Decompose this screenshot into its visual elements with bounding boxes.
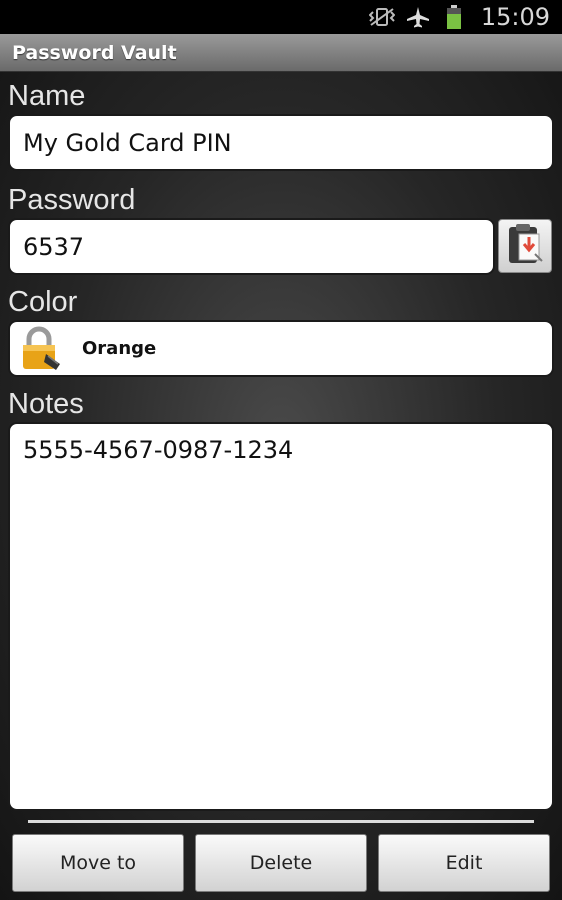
password-field[interactable]: 6537 xyxy=(8,218,495,275)
name-field[interactable]: My Gold Card PIN xyxy=(8,114,554,171)
clipboard-icon xyxy=(505,222,545,270)
color-label: Color xyxy=(8,286,78,318)
notes-field[interactable]: 5555-4567-0987-1234 xyxy=(8,422,554,811)
edit-button[interactable]: Edit xyxy=(378,834,550,892)
notes-label: Notes xyxy=(8,388,84,420)
move-to-button[interactable]: Move to xyxy=(12,834,184,892)
vibrate-icon xyxy=(368,6,395,28)
status-time: 15:09 xyxy=(480,3,550,31)
status-bar: 15:09 xyxy=(0,0,562,34)
copy-to-clipboard-button[interactable] xyxy=(498,219,552,273)
name-label: Name xyxy=(8,80,86,112)
app-title-bar: Password Vault xyxy=(0,34,562,72)
app-title: Password Vault xyxy=(12,41,177,64)
battery-icon xyxy=(441,5,467,29)
airplane-icon xyxy=(405,6,431,28)
color-value: Orange xyxy=(82,338,157,359)
delete-button[interactable]: Delete xyxy=(195,834,367,892)
color-selector[interactable]: Orange xyxy=(8,320,554,377)
lock-icon xyxy=(18,326,64,372)
divider xyxy=(28,820,534,823)
password-label: Password xyxy=(8,184,136,216)
